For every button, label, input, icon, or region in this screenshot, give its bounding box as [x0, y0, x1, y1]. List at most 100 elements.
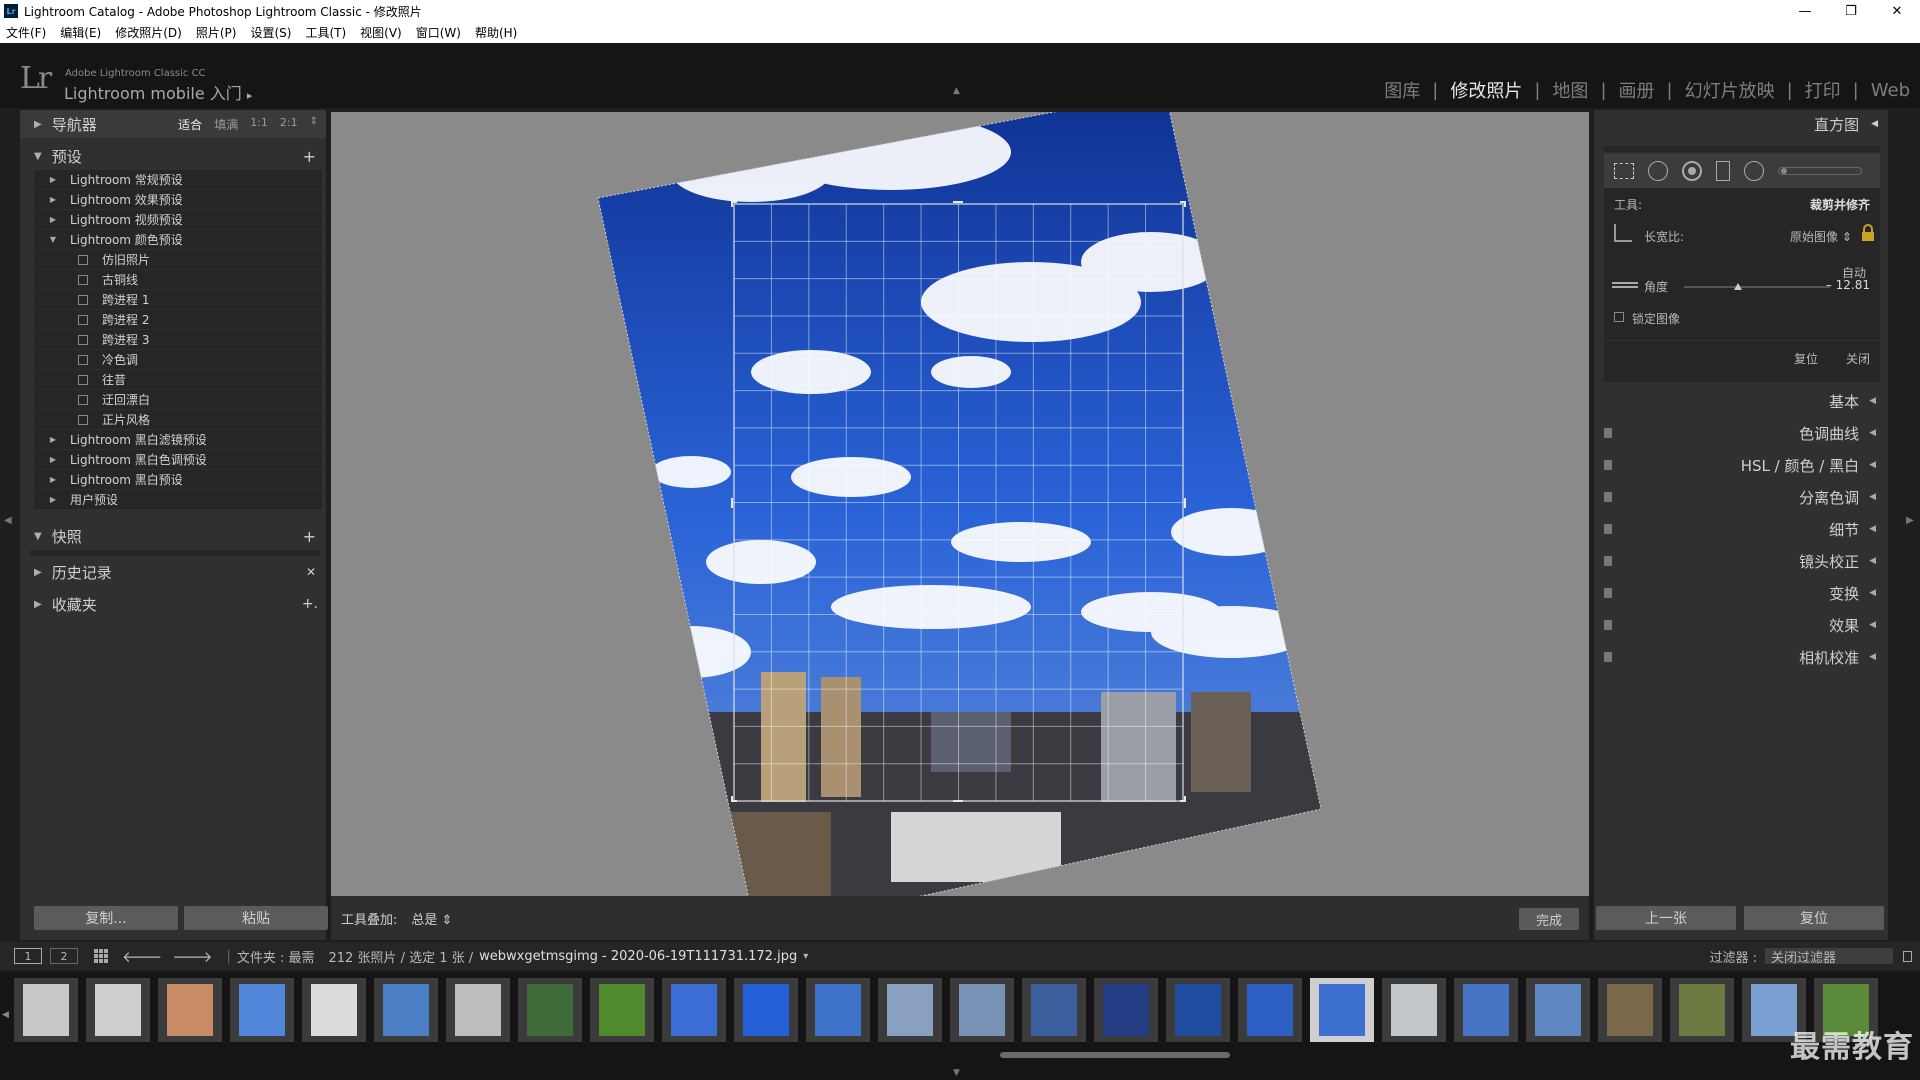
preset-item[interactable]: 跨进程 3	[34, 330, 322, 350]
filmstrip-thumbnail[interactable]	[1526, 978, 1590, 1042]
panel-header-8[interactable]: 相机校准 ◀	[1604, 644, 1880, 670]
copy-button[interactable]: 复制...	[34, 906, 178, 930]
preset-folder[interactable]: ▶ Lightroom 效果预设	[34, 190, 322, 210]
panel-header-6[interactable]: 变换 ◀	[1604, 580, 1880, 606]
menu-tools[interactable]: 工具(T)	[305, 24, 346, 41]
preset-folder[interactable]: ▶ Lightroom 黑白色调预设	[34, 450, 322, 470]
menu-window[interactable]: 窗口(W)	[416, 24, 461, 41]
snapshots-header[interactable]: ▼ 快照 +	[20, 522, 326, 550]
filmstrip-thumbnail[interactable]	[1382, 978, 1446, 1042]
menu-photo[interactable]: 照片(P)	[196, 24, 237, 41]
collapse-right-icon[interactable]: ▶	[1906, 515, 1914, 526]
preset-item[interactable]: 往昔	[34, 370, 322, 390]
menu-view[interactable]: 视图(V)	[360, 24, 402, 41]
identity-mobile-link[interactable]: Lightroom mobile 入门 ▸	[64, 80, 252, 104]
grid-view-icon[interactable]	[94, 949, 108, 963]
clear-history-button[interactable]: ✕	[306, 565, 316, 579]
radial-filter-icon[interactable]	[1744, 161, 1764, 181]
filmstrip-thumbnail[interactable]	[1094, 978, 1158, 1042]
preset-item[interactable]: 迂回漂白	[34, 390, 322, 410]
filter-select[interactable]: 关闭过滤器	[1765, 948, 1893, 966]
filmstrip-scrollbar[interactable]	[1000, 1052, 1230, 1058]
panel-header-5[interactable]: 镜头校正 ◀	[1604, 548, 1880, 574]
filmstrip-thumbnail[interactable]	[1022, 978, 1086, 1042]
expand-triangle-icon[interactable]: ▶	[46, 475, 60, 484]
filmstrip-thumbnail[interactable]	[734, 978, 798, 1042]
preset-folder[interactable]: ▼ Lightroom 颜色预设	[34, 230, 322, 250]
history-header[interactable]: ▶ 历史记录 ✕	[20, 558, 326, 586]
angle-slider[interactable]	[1684, 283, 1830, 290]
reset-button[interactable]: 复位	[1744, 906, 1884, 930]
previous-button[interactable]: 上一张	[1596, 906, 1736, 930]
filmstrip-thumbnail[interactable]	[446, 978, 510, 1042]
zoom-menu-icon[interactable]: ⇕	[310, 116, 318, 133]
module-develop[interactable]: 修改照片	[1450, 77, 1522, 103]
module-print[interactable]: 打印	[1805, 77, 1841, 103]
folder-label[interactable]: 文件夹 : 最需	[237, 947, 315, 966]
panel-toggle-switch[interactable]	[1604, 588, 1612, 598]
expand-triangle-icon[interactable]: ▶	[46, 495, 60, 504]
expand-triangle-icon[interactable]: ▶	[46, 175, 60, 184]
menu-develop[interactable]: 修改照片(D)	[115, 24, 182, 41]
preset-item[interactable]: 跨进程 2	[34, 310, 322, 330]
panel-toggle-switch[interactable]	[1604, 492, 1612, 502]
done-button[interactable]: 完成	[1519, 908, 1579, 930]
filmstrip-thumbnail[interactable]	[806, 978, 870, 1042]
back-arrow-icon[interactable]: 🡐	[122, 947, 162, 966]
filmstrip-thumbnail[interactable]	[518, 978, 582, 1042]
collapse-left-icon[interactable]: ◀	[4, 515, 12, 526]
collapse-bottom-icon[interactable]: ▼	[953, 1068, 960, 1078]
crop-photo-view[interactable]	[331, 112, 1589, 896]
menu-settings[interactable]: 设置(S)	[250, 24, 291, 41]
panel-toggle-switch[interactable]	[1604, 620, 1612, 630]
panel-header-1[interactable]: 色调曲线 ◀	[1604, 420, 1880, 446]
preset-item[interactable]: 跨进程 1	[34, 290, 322, 310]
crop-frame-icon[interactable]	[1614, 224, 1632, 242]
navigator-header[interactable]: ▶ 导航器 适合 填满 1:1 2:1 ⇕	[20, 110, 326, 138]
tool-overlay-select[interactable]: 总是 ⇕	[411, 909, 452, 928]
secondary-view-button[interactable]: 2	[50, 948, 78, 964]
spot-removal-icon[interactable]	[1648, 161, 1668, 181]
collapse-top-icon[interactable]: ▲	[953, 86, 960, 96]
file-menu-icon[interactable]: ▾	[803, 951, 808, 962]
panel-toggle-switch[interactable]	[1604, 460, 1612, 470]
preset-folder[interactable]: ▶ Lightroom 常规预设	[34, 170, 322, 190]
preset-item[interactable]: 正片风格	[34, 410, 322, 430]
panel-toggle-switch[interactable]	[1604, 652, 1612, 662]
angle-value[interactable]: – 12.81	[1826, 278, 1870, 292]
preset-item[interactable]: 仿旧照片	[34, 250, 322, 270]
filmstrip-thumbnail[interactable]	[950, 978, 1014, 1042]
expand-triangle-icon[interactable]: ▶	[46, 195, 60, 204]
minimize-button[interactable]: —	[1782, 0, 1828, 22]
filmstrip-thumbnail[interactable]	[590, 978, 654, 1042]
angle-slider-thumb[interactable]	[1734, 283, 1743, 290]
filmstrip-thumbnail[interactable]	[1310, 978, 1374, 1042]
filmstrip-left-arrow-icon[interactable]: ◀	[2, 1010, 9, 1020]
module-web[interactable]: Web	[1871, 80, 1910, 101]
preset-folder[interactable]: ▶ Lightroom 视频预设	[34, 210, 322, 230]
menu-help[interactable]: 帮助(H)	[475, 24, 517, 41]
photo-canvas[interactable]	[331, 112, 1589, 896]
expand-triangle-icon[interactable]: ▶	[46, 455, 60, 464]
zoom-1-1[interactable]: 1:1	[250, 116, 268, 133]
filmstrip-thumbnail[interactable]	[1166, 978, 1230, 1042]
filmstrip-thumbnail[interactable]	[14, 978, 78, 1042]
module-library[interactable]: 图库	[1384, 77, 1420, 103]
file-name[interactable]: webwxgetmsgimg - 2020-06-19T111731.172.j…	[479, 949, 797, 964]
lock-image-checkbox[interactable]	[1614, 312, 1624, 322]
histogram-header[interactable]: 直方图 ◀	[1594, 110, 1888, 138]
zoom-fit[interactable]: 适合	[178, 116, 202, 133]
red-eye-icon[interactable]	[1682, 161, 1702, 181]
aspect-select[interactable]: 原始图像 ⇕	[1790, 228, 1852, 245]
filmstrip-thumbnail[interactable]	[878, 978, 942, 1042]
primary-view-button[interactable]: 1	[14, 948, 42, 964]
panel-header-3[interactable]: 分离色调 ◀	[1604, 484, 1880, 510]
close-button[interactable]: ✕	[1874, 0, 1920, 22]
add-collection-button[interactable]: +.	[302, 596, 318, 612]
panel-header-7[interactable]: 效果 ◀	[1604, 612, 1880, 638]
collapse-triangle-icon[interactable]: ▼	[46, 235, 60, 244]
filmstrip-thumbnail[interactable]	[158, 978, 222, 1042]
panel-header-2[interactable]: HSL / 颜色 / 黑白 ◀	[1604, 452, 1880, 478]
adjustment-brush-icon[interactable]	[1778, 167, 1862, 175]
lock-icon[interactable]	[1862, 224, 1874, 241]
